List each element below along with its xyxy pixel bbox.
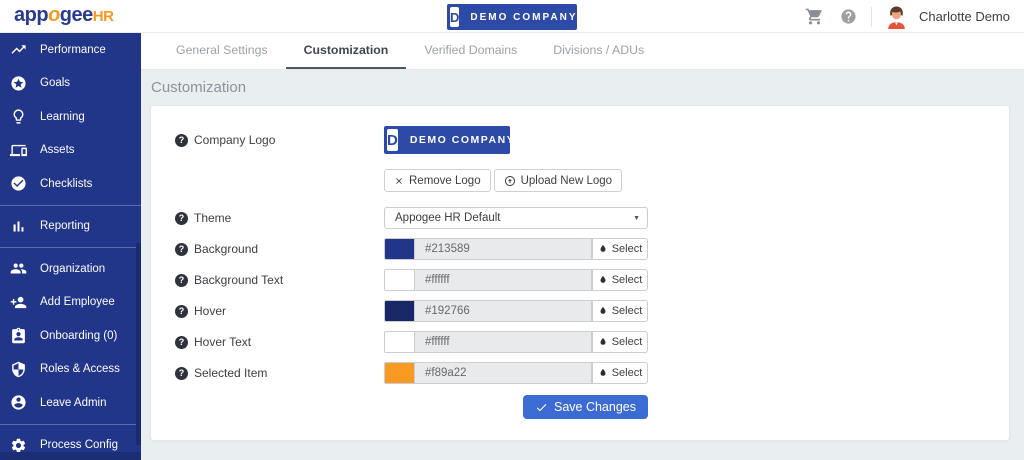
- close-icon: [394, 176, 404, 186]
- sidebar-item-leave-admin[interactable]: Leave Admin: [0, 386, 141, 420]
- company-logo-label: ? Company Logo: [175, 126, 384, 147]
- sidebar-item-roles-access[interactable]: Roles & Access: [0, 353, 141, 387]
- help-tooltip-icon[interactable]: ?: [175, 336, 188, 349]
- sidebar-item-reporting[interactable]: Reporting: [0, 210, 141, 244]
- appogee-hr-logo[interactable]: appogeeHR: [14, 4, 113, 27]
- selected-item-color-row: ? Selected Item Select: [175, 362, 985, 384]
- background-text-hex-input[interactable]: [414, 269, 592, 291]
- main-area: General Settings Customization Verified …: [141, 33, 1024, 460]
- page-title: Customization: [150, 80, 1010, 96]
- upload-new-logo-button[interactable]: Upload New Logo: [494, 169, 622, 192]
- color-swatch: [384, 269, 414, 291]
- top-header: appogeeHR D DEMO COMPANY Charlotte Demo: [0, 0, 1024, 33]
- sidebar-item-checklists[interactable]: Checklists: [0, 167, 141, 201]
- check-circle-icon: [10, 175, 27, 192]
- theme-label: ? Theme: [175, 211, 384, 225]
- background-color-row: ? Background Select: [175, 238, 985, 260]
- hover-select-button[interactable]: Select: [592, 300, 648, 322]
- tab-divisions-adus[interactable]: Divisions / ADUs: [535, 33, 662, 69]
- droplet-icon: [598, 368, 608, 378]
- tab-general-settings[interactable]: General Settings: [158, 33, 286, 69]
- bar-chart-icon: [10, 218, 27, 235]
- help-tooltip-icon[interactable]: ?: [175, 367, 188, 380]
- help-tooltip-icon[interactable]: ?: [175, 274, 188, 287]
- company-badge: D DEMO COMPANY: [447, 4, 577, 30]
- check-icon: [535, 401, 548, 414]
- id-badge-icon: [10, 327, 27, 344]
- theme-select-value: Appogee HR Default: [395, 212, 500, 224]
- background-text-color-row: ? Background Text Select: [175, 269, 985, 291]
- devices-icon: [10, 142, 27, 159]
- droplet-icon: [598, 275, 608, 285]
- save-row: Save Changes: [175, 395, 985, 419]
- settings-tabs: General Settings Customization Verified …: [141, 33, 1024, 70]
- sidebar: Performance Goals Learning Assets Checkl…: [0, 33, 141, 460]
- help-tooltip-icon[interactable]: ?: [175, 243, 188, 256]
- sidebar-item-partial[interactable]: [0, 452, 141, 460]
- trending-up-icon: [10, 41, 27, 58]
- help-icon[interactable]: [840, 8, 857, 25]
- hover-text-select-button[interactable]: Select: [592, 331, 648, 353]
- customization-card: ? Company Logo D DEMO COMPANY Remove Log…: [150, 105, 1010, 441]
- sidebar-item-performance[interactable]: Performance: [0, 33, 141, 67]
- theme-row: ? Theme Appogee HR Default ▼: [175, 207, 985, 229]
- selected-item-hex-input[interactable]: [414, 362, 592, 384]
- color-swatch: [384, 331, 414, 353]
- account-circle-icon: [10, 394, 27, 411]
- hover-text-hex-input[interactable]: [414, 331, 592, 353]
- background-hex-input[interactable]: [414, 238, 592, 260]
- droplet-icon: [598, 306, 608, 316]
- caret-down-icon: ▼: [633, 215, 640, 222]
- background-select-button[interactable]: Select: [592, 238, 648, 260]
- hover-text-color-row: ? Hover Text Select: [175, 331, 985, 353]
- content-area: Customization ? Company Logo D DEMO COMP…: [141, 70, 1024, 441]
- theme-select[interactable]: Appogee HR Default ▼: [384, 207, 648, 229]
- color-swatch: [384, 300, 414, 322]
- background-text-select-button[interactable]: Select: [592, 269, 648, 291]
- upload-icon: [504, 175, 516, 187]
- shopping-cart-icon[interactable]: [805, 7, 824, 26]
- sidebar-item-goals[interactable]: Goals: [0, 67, 141, 101]
- header-divider: [871, 7, 872, 27]
- droplet-icon: [598, 244, 608, 254]
- company-logo-row: ? Company Logo D DEMO COMPANY Remove Log…: [175, 126, 985, 192]
- selected-item-select-button[interactable]: Select: [592, 362, 648, 384]
- sidebar-divider: [0, 247, 141, 248]
- color-swatch: [384, 238, 414, 260]
- lightbulb-icon: [10, 108, 27, 125]
- logo-text: app: [14, 4, 48, 26]
- hover-color-row: ? Hover Select: [175, 300, 985, 322]
- tab-verified-domains[interactable]: Verified Domains: [406, 33, 535, 69]
- tab-customization[interactable]: Customization: [286, 33, 407, 69]
- sidebar-item-assets[interactable]: Assets: [0, 134, 141, 168]
- sidebar-divider: [0, 205, 141, 206]
- star-circle-icon: [10, 75, 27, 92]
- user-avatar[interactable]: [884, 4, 909, 29]
- company-badge-text: DEMO COMPANY: [470, 12, 577, 23]
- user-name[interactable]: Charlotte Demo: [919, 9, 1010, 24]
- people-icon: [10, 260, 27, 277]
- save-changes-button[interactable]: Save Changes: [523, 395, 648, 419]
- remove-logo-button[interactable]: Remove Logo: [384, 169, 491, 192]
- company-badge-letter: D: [450, 7, 459, 27]
- sidebar-item-organization[interactable]: Organization: [0, 252, 141, 286]
- current-logo-preview: D DEMO COMPANY: [384, 126, 510, 154]
- sidebar-item-learning[interactable]: Learning: [0, 100, 141, 134]
- hover-hex-input[interactable]: [414, 300, 592, 322]
- sidebar-item-add-employee[interactable]: Add Employee: [0, 286, 141, 320]
- person-add-icon: [10, 294, 27, 311]
- shield-icon: [10, 361, 27, 378]
- droplet-icon: [598, 337, 608, 347]
- help-tooltip-icon[interactable]: ?: [175, 305, 188, 318]
- help-tooltip-icon[interactable]: ?: [175, 134, 188, 147]
- color-swatch: [384, 362, 414, 384]
- sidebar-divider: [0, 424, 141, 425]
- help-tooltip-icon[interactable]: ?: [175, 212, 188, 225]
- sidebar-item-onboarding[interactable]: Onboarding (0): [0, 319, 141, 353]
